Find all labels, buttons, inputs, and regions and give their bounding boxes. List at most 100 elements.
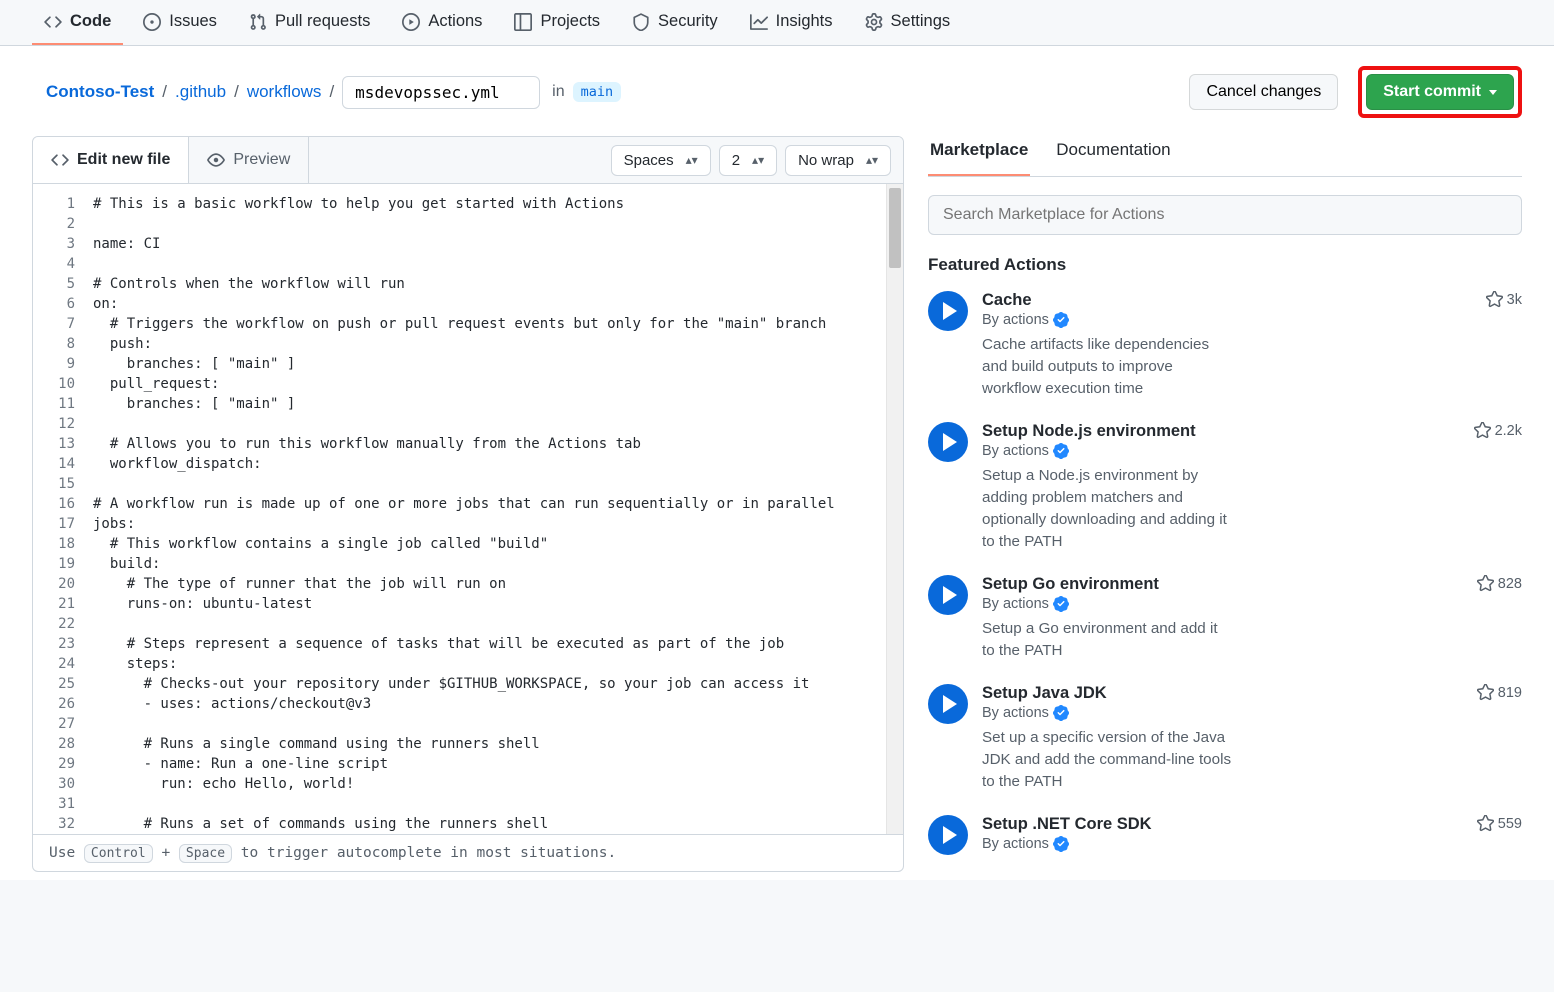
tab-issues[interactable]: Issues [131,0,229,45]
line-number: 32 [33,814,75,834]
line-number: 19 [33,554,75,574]
tab-marketplace[interactable]: Marketplace [928,140,1030,176]
action-author: By actions [982,443,1522,459]
tab-documentation[interactable]: Documentation [1054,140,1172,176]
scroll-thumb[interactable] [889,188,901,268]
code-line[interactable]: jobs: [93,514,903,534]
code-line[interactable]: run: echo Hello, world! [93,774,903,794]
code-line[interactable] [93,714,903,734]
code-line[interactable] [93,614,903,634]
breadcrumb-dir1[interactable]: .github [175,82,226,102]
tab-settings[interactable]: Settings [853,0,963,45]
tab-projects[interactable]: Projects [502,0,612,45]
breadcrumb: Contoso-Test / .github / workflows / in … [46,76,621,109]
action-item[interactable]: Setup Go environment828By actions Setup … [928,575,1522,662]
code-line[interactable]: # Controls when the workflow will run [93,274,903,294]
code-icon [44,13,62,31]
code-line[interactable]: # Runs a set of commands using the runne… [93,814,903,834]
verified-icon [1053,312,1069,328]
star-count: 3k [1486,291,1522,308]
star-icon [1486,291,1503,308]
code-line[interactable]: push: [93,334,903,354]
action-body: Cache3kBy actions Cache artifacts like d… [982,291,1522,400]
code-line[interactable] [93,214,903,234]
line-number: 5 [33,274,75,294]
line-number: 6 [33,294,75,314]
breadcrumb-repo[interactable]: Contoso-Test [46,82,154,102]
code-lines[interactable]: # This is a basic workflow to help you g… [83,184,903,834]
code-line[interactable]: branches: [ "main" ] [93,394,903,414]
tab-insights[interactable]: Insights [738,0,845,45]
updown-icon: ▴▾ [752,157,764,163]
action-item[interactable]: Cache3kBy actions Cache artifacts like d… [928,291,1522,400]
action-item[interactable]: Setup Node.js environment2.2kBy actions … [928,422,1522,553]
tab-preview-label: Preview [233,151,290,169]
star-icon [1477,575,1494,592]
code-line[interactable] [93,254,903,274]
action-author: By actions [982,836,1522,852]
tab-actions[interactable]: Actions [390,0,494,45]
branch-badge[interactable]: main [573,82,622,102]
code-line[interactable]: # Runs a single command using the runner… [93,734,903,754]
code-line[interactable]: on: [93,294,903,314]
tab-edit-file[interactable]: Edit new file [33,137,189,183]
code-line[interactable] [93,794,903,814]
line-number: 28 [33,734,75,754]
line-number: 17 [33,514,75,534]
action-body: Setup Java JDK819By actions Set up a spe… [982,684,1522,793]
star-icon [1477,815,1494,832]
code-line[interactable]: pull_request: [93,374,903,394]
tab-security[interactable]: Security [620,0,730,45]
code-editor[interactable]: 1234567891011121314151617181920212223242… [33,184,903,834]
star-count: 828 [1477,575,1522,592]
tab-security-label: Security [658,12,718,31]
line-gutter: 1234567891011121314151617181920212223242… [33,184,83,834]
code-line[interactable]: name: CI [93,234,903,254]
code-line[interactable]: # Steps represent a sequence of tasks th… [93,634,903,654]
marketplace-search-input[interactable] [928,195,1522,235]
code-line[interactable]: # Allows you to run this workflow manual… [93,434,903,454]
action-author: By actions [982,705,1522,721]
editor-scrollbar[interactable] [886,184,903,834]
breadcrumb-dir2[interactable]: workflows [247,82,322,102]
line-number: 4 [33,254,75,274]
line-number: 15 [33,474,75,494]
code-line[interactable]: workflow_dispatch: [93,454,903,474]
cancel-button[interactable]: Cancel changes [1189,74,1338,110]
wrap-mode-select[interactable]: No wrap ▴▾ [785,145,891,176]
tab-preview[interactable]: Preview [189,137,309,183]
action-item[interactable]: Setup Java JDK819By actions Set up a spe… [928,684,1522,793]
code-line[interactable]: # This workflow contains a single job ca… [93,534,903,554]
code-line[interactable] [93,474,903,494]
indent-size-select[interactable]: 2 ▴▾ [719,145,777,176]
code-line[interactable]: # A workflow run is made up of one or mo… [93,494,903,514]
code-line[interactable]: steps: [93,654,903,674]
tab-pulls-label: Pull requests [275,12,370,31]
editor-footer: Use Control + Space to trigger autocompl… [33,834,903,871]
breadcrumb-row: Contoso-Test / .github / workflows / in … [46,66,1522,118]
code-line[interactable]: - name: Run a one-line script [93,754,903,774]
start-commit-button[interactable]: Start commit [1366,74,1514,110]
featured-title: Featured Actions [928,255,1522,275]
filename-input[interactable] [342,76,540,109]
tab-pulls[interactable]: Pull requests [237,0,382,45]
tab-issues-label: Issues [169,12,217,31]
code-line[interactable]: # Triggers the workflow on push or pull … [93,314,903,334]
tab-code[interactable]: Code [32,0,123,45]
indent-mode-select[interactable]: Spaces ▴▾ [611,145,711,176]
play-badge-icon [928,684,968,724]
code-line[interactable]: - uses: actions/checkout@v3 [93,694,903,714]
code-line[interactable]: branches: [ "main" ] [93,354,903,374]
code-line[interactable]: runs-on: ubuntu-latest [93,594,903,614]
tab-projects-label: Projects [540,12,600,31]
code-line[interactable]: # The type of runner that the job will r… [93,574,903,594]
code-line[interactable]: build: [93,554,903,574]
code-line[interactable] [93,414,903,434]
line-number: 31 [33,794,75,814]
actions-row: Cancel changes Start commit [1189,66,1522,118]
action-item[interactable]: Setup .NET Core SDK559By actions [928,815,1522,858]
code-line[interactable]: # This is a basic workflow to help you g… [93,194,903,214]
code-line[interactable]: # Checks-out your repository under $GITH… [93,674,903,694]
footer-prefix: Use [49,845,84,861]
line-number: 13 [33,434,75,454]
